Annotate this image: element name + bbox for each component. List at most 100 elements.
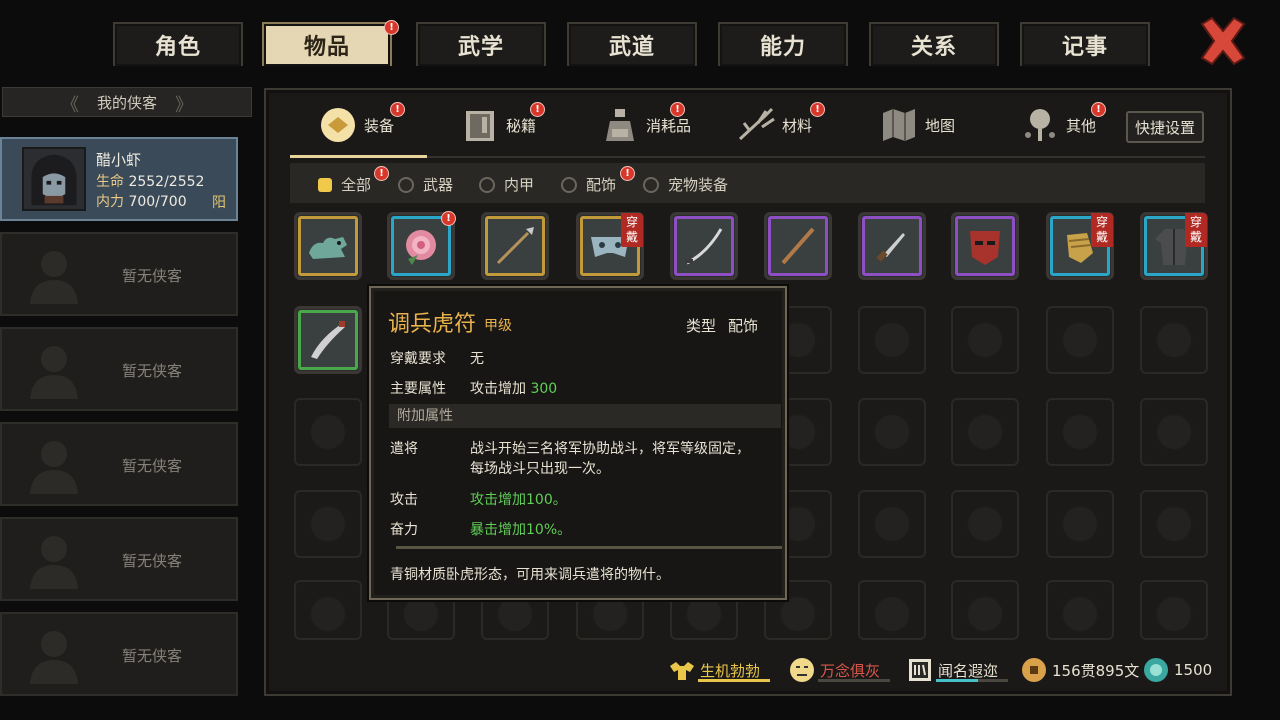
empty-slot[interactable] — [1140, 490, 1208, 558]
status-mood-label: 万念俱灰 — [820, 661, 881, 680]
tab-label: 武道 — [608, 35, 655, 60]
tab-character[interactable]: 角色 — [113, 22, 243, 66]
empty-slot[interactable] — [858, 306, 926, 374]
category-books[interactable]: 秘籍 — [460, 100, 536, 150]
spear-icon — [496, 227, 534, 265]
mood-bar — [818, 679, 890, 682]
staff-icon — [781, 227, 815, 265]
curved-sword-icon — [685, 228, 723, 265]
item-slot[interactable] — [951, 212, 1019, 280]
filter-label: 内甲 — [504, 176, 535, 194]
tab-journal[interactable]: 记事 — [1020, 22, 1150, 66]
chevron-left-icon[interactable]: 《 — [61, 91, 79, 117]
tooltip-main-attr-key: 主要属性 — [390, 381, 446, 397]
hero-name: 醋小虾 — [96, 151, 142, 169]
party-slot-empty[interactable]: 暂无侠客 — [0, 422, 238, 506]
empty-slot[interactable] — [1140, 306, 1208, 374]
empty-slot-label: 暂无侠客 — [122, 362, 183, 380]
empty-slot[interactable] — [294, 398, 362, 466]
hero-portrait-icon — [22, 147, 86, 211]
party-slot-hero[interactable]: 醋小虾 生命 2552/2552 内力 700/700 阳 — [0, 137, 238, 221]
filter-label: 宠物装备 — [668, 176, 729, 194]
main-attr-text: 攻击增加 — [470, 381, 526, 397]
item-slot[interactable] — [670, 212, 738, 280]
tooltip-description: 青铜材质卧虎形态，可用来调兵遣将的物什。 — [390, 567, 670, 583]
empty-slot[interactable] — [1140, 398, 1208, 466]
tooltip-extra-key: 遣将 — [390, 441, 418, 457]
tab-items[interactable]: 物品 — [262, 22, 392, 66]
item-slot[interactable]: 穿戴 — [1140, 212, 1208, 280]
alert-badge: ! — [670, 102, 685, 117]
tab-martial-arts[interactable]: 武学 — [416, 22, 546, 66]
alert-badge: ! — [810, 102, 825, 117]
empty-slot[interactable] — [1046, 306, 1114, 374]
tooltip-main-attr-value: 攻击增加 300 — [470, 378, 557, 398]
peony-icon — [406, 230, 436, 265]
empty-slot[interactable] — [858, 398, 926, 466]
tab-abilities[interactable]: 能力 — [718, 22, 848, 66]
empty-slot[interactable] — [1046, 398, 1114, 466]
filter-armor[interactable]: 内甲 — [479, 174, 534, 195]
quick-settings-label: 快捷设置 — [1134, 118, 1195, 137]
tab-martial-way[interactable]: 武道 — [567, 22, 697, 66]
chevron-right-icon[interactable]: 》 — [175, 91, 193, 117]
red-mask-icon — [970, 231, 1000, 265]
item-slot[interactable]: 穿戴 — [1046, 212, 1114, 280]
filter-accessory[interactable]: 配饰 — [561, 174, 616, 195]
alert-badge: ! — [620, 166, 635, 181]
empty-slot[interactable] — [1046, 490, 1114, 558]
tooltip-extra-key: 攻击 — [390, 492, 418, 508]
party-slot-empty[interactable]: 暂无侠客 — [0, 517, 238, 601]
blade-icon — [311, 321, 345, 359]
item-slot[interactable] — [294, 306, 362, 374]
tooltip-requirement-key: 穿戴要求 — [390, 351, 446, 367]
worn-tag-label: 穿戴 — [625, 215, 638, 244]
close-icon[interactable] — [1196, 14, 1250, 68]
category-other[interactable]: 其他 — [1020, 100, 1096, 150]
quick-settings-button[interactable]: 快捷设置 — [1126, 111, 1204, 143]
tooltip-extra-key: 奋力 — [390, 522, 418, 538]
empty-slot[interactable] — [1140, 580, 1208, 640]
empty-slot[interactable] — [1046, 580, 1114, 640]
tab-relations[interactable]: 关系 — [869, 22, 999, 66]
status-gems: 1500 — [1142, 656, 1212, 684]
item-slot[interactable] — [481, 212, 549, 280]
category-label: 其他 — [1066, 116, 1097, 135]
filter-weapon[interactable]: 武器 — [398, 174, 453, 195]
other-icon — [1025, 109, 1055, 141]
empty-slot[interactable] — [951, 306, 1019, 374]
tab-label: 关系 — [910, 35, 957, 60]
tab-label: 武学 — [457, 35, 504, 60]
item-slot[interactable] — [764, 212, 832, 280]
tooltip-requirement-value: 无 — [470, 351, 484, 367]
filter-all[interactable]: 全部 — [318, 174, 371, 195]
category-materials[interactable]: 材料 — [736, 100, 812, 150]
worn-tag: 穿戴 — [1185, 213, 1207, 247]
hero-hp: 生命 2552/2552 — [96, 171, 204, 191]
filter-pet-equipment[interactable]: 宠物装备 — [643, 174, 728, 195]
jade-icon — [1144, 658, 1168, 682]
category-map[interactable]: 地图 — [879, 100, 955, 150]
item-slot[interactable] — [858, 212, 926, 280]
party-slot-empty[interactable]: 暂无侠客 — [0, 232, 238, 316]
tooltip-extra-value: 攻击增加100。 — [470, 492, 567, 508]
empty-portrait-icon — [30, 631, 78, 684]
empty-slot[interactable] — [951, 398, 1019, 466]
category-label: 秘籍 — [506, 116, 537, 135]
empty-slot[interactable] — [858, 580, 926, 640]
category-equipment[interactable]: 装备 — [318, 100, 394, 150]
item-slot[interactable]: 穿戴 — [576, 212, 644, 280]
party-slot-empty[interactable]: 暂无侠客 — [0, 327, 238, 411]
empty-slot[interactable] — [951, 490, 1019, 558]
tab-label: 物品 — [303, 35, 350, 60]
empty-slot[interactable] — [294, 580, 362, 640]
party-header: 《 我的侠客 》 — [2, 87, 252, 117]
empty-portrait-icon — [30, 346, 78, 399]
item-slot[interactable] — [294, 212, 362, 280]
empty-slot[interactable] — [294, 490, 362, 558]
radio-icon — [643, 176, 659, 193]
filter-label: 配饰 — [586, 176, 617, 194]
empty-slot[interactable] — [951, 580, 1019, 640]
party-slot-empty[interactable]: 暂无侠客 — [0, 612, 238, 696]
empty-slot[interactable] — [858, 490, 926, 558]
